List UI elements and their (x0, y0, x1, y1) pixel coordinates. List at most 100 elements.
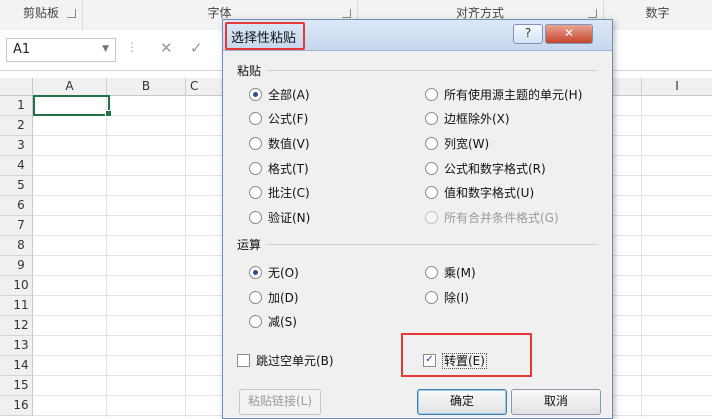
option-label: 减(S) (268, 315, 297, 329)
radio-paste-values[interactable]: 数值(V) (249, 135, 310, 152)
cancel-button[interactable]: 取消 (511, 389, 601, 415)
row-header[interactable]: 12 (0, 316, 33, 336)
radio-icon[interactable] (425, 291, 438, 304)
select-all-corner[interactable] (0, 78, 33, 96)
option-label: 批注(C) (268, 186, 310, 200)
row-header[interactable]: 1 (0, 96, 33, 116)
column-header-i[interactable]: I (642, 78, 712, 96)
radio-paste-formulas-numbers[interactable]: 公式和数字格式(R) (425, 160, 546, 177)
radio-icon[interactable] (249, 315, 262, 328)
row-header[interactable]: 16 (0, 396, 33, 416)
radio-icon[interactable] (425, 186, 438, 199)
row-number: 15 (13, 378, 29, 392)
dialog-launcher-icon[interactable]: x (67, 9, 76, 18)
radio-paste-source-theme[interactable]: 所有使用源主题的单元(H) (425, 86, 582, 103)
radio-icon[interactable] (425, 137, 438, 150)
row-number: 2 (17, 118, 25, 132)
radio-paste-merge-conditional: 所有合并条件格式(G) (425, 209, 559, 226)
option-label: 跳过空单元(B) (256, 354, 334, 368)
ribbon-group-label: 字体 (207, 6, 232, 20)
checkbox-icon[interactable] (237, 354, 250, 367)
radio-paste-no-borders[interactable]: 边框除外(X) (425, 110, 510, 127)
dialog-titlebar[interactable]: 选择性粘贴 ? ✕ (223, 20, 612, 51)
row-header[interactable]: 8 (0, 236, 33, 256)
dialog-launcher-icon[interactable]: x (342, 9, 351, 18)
column-header-b[interactable]: B (107, 78, 186, 96)
ribbon-group-label: 剪贴板 (22, 6, 59, 20)
option-label: 验证(N) (268, 211, 311, 225)
row-number: 16 (13, 398, 29, 412)
row-number: 7 (17, 218, 25, 232)
radio-icon[interactable] (249, 291, 262, 304)
confirm-entry-icon[interactable]: ✓ (190, 39, 203, 57)
radio-paste-formats[interactable]: 格式(T) (249, 160, 309, 177)
gridline (185, 96, 186, 417)
row-header[interactable]: 7 (0, 216, 33, 236)
row-header[interactable]: 2 (0, 116, 33, 136)
row-number: 1 (17, 98, 25, 112)
radio-selected-icon[interactable] (249, 266, 262, 279)
row-number: 14 (13, 358, 29, 372)
radio-icon[interactable] (425, 266, 438, 279)
radio-paste-column-widths[interactable]: 列宽(W) (425, 135, 489, 152)
checkbox-skip-blanks[interactable]: 跳过空单元(B) (237, 352, 334, 369)
radio-icon[interactable] (249, 112, 262, 125)
section-divider (267, 244, 597, 245)
radio-icon[interactable] (249, 211, 262, 224)
option-label: 边框除外(X) (444, 112, 510, 126)
radio-paste-all[interactable]: 全部(A) (249, 86, 310, 103)
row-header[interactable]: 13 (0, 336, 33, 356)
option-label: 值和数字格式(U) (444, 186, 535, 200)
option-label: 无(O) (268, 266, 299, 280)
dialog-launcher-icon[interactable]: x (588, 9, 597, 18)
row-number: 3 (17, 138, 25, 152)
gridline (641, 96, 642, 417)
option-label: 公式和数字格式(R) (444, 162, 546, 176)
radio-op-none[interactable]: 无(O) (249, 264, 299, 281)
row-header[interactable]: 3 (0, 136, 33, 156)
radio-op-add[interactable]: 加(D) (249, 289, 299, 306)
fill-handle[interactable] (105, 110, 112, 117)
cancel-entry-icon[interactable]: ✕ (160, 39, 173, 57)
column-header-c[interactable]: C (186, 78, 227, 96)
transpose-highlight-box (401, 333, 532, 377)
row-header[interactable]: 10 (0, 276, 33, 296)
option-label: 列宽(W) (444, 137, 490, 151)
radio-icon[interactable] (249, 186, 262, 199)
row-header[interactable]: 4 (0, 156, 33, 176)
radio-paste-comments[interactable]: 批注(C) (249, 184, 310, 201)
active-cell-a1[interactable] (33, 95, 110, 116)
option-label: 全部(A) (268, 88, 310, 102)
name-box-value: A1 (13, 42, 31, 57)
row-header[interactable]: 9 (0, 256, 33, 276)
column-header-a[interactable]: A (33, 78, 107, 96)
row-header[interactable]: 14 (0, 356, 33, 376)
option-label: 除(I) (444, 291, 469, 305)
radio-paste-values-numbers[interactable]: 值和数字格式(U) (425, 184, 534, 201)
radio-icon[interactable] (425, 112, 438, 125)
chevron-down-icon[interactable]: ▼ (102, 44, 109, 54)
row-header[interactable]: 11 (0, 296, 33, 316)
ok-button[interactable]: 确定 (417, 389, 507, 415)
option-label: 所有合并条件格式(G) (444, 211, 559, 225)
row-number: 4 (17, 158, 25, 172)
radio-paste-formulas[interactable]: 公式(F) (249, 110, 308, 127)
radio-icon[interactable] (249, 137, 262, 150)
row-number: 12 (13, 318, 29, 332)
row-number: 9 (17, 258, 25, 272)
name-box[interactable]: A1 ▼ (6, 38, 116, 62)
row-header[interactable]: 6 (0, 196, 33, 216)
row-header[interactable]: 5 (0, 176, 33, 196)
radio-op-multiply[interactable]: 乘(M) (425, 264, 476, 281)
radio-icon[interactable] (249, 162, 262, 175)
radio-icon[interactable] (425, 88, 438, 101)
column-header-h[interactable] (611, 78, 642, 96)
radio-op-subtract[interactable]: 减(S) (249, 313, 297, 330)
row-header[interactable]: 15 (0, 376, 33, 396)
radio-paste-validation[interactable]: 验证(N) (249, 209, 310, 226)
help-button[interactable]: ? (513, 24, 543, 44)
radio-op-divide[interactable]: 除(I) (425, 289, 469, 306)
close-button[interactable]: ✕ (545, 24, 593, 44)
radio-icon[interactable] (425, 162, 438, 175)
radio-selected-icon[interactable] (249, 88, 262, 101)
